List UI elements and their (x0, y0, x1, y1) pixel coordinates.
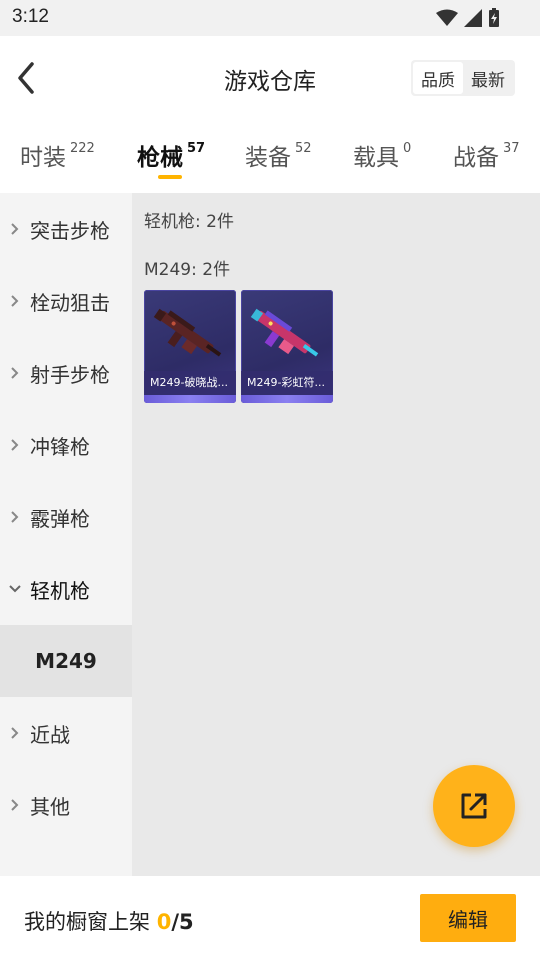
subgroup-title: M249: 2件 (144, 260, 231, 280)
tab-label: 装备 (245, 145, 291, 171)
rifle-icon (250, 308, 319, 357)
chevron-down-icon (0, 584, 30, 594)
tab-count: 57 (187, 141, 206, 156)
edit-button[interactable]: 编辑 (420, 894, 516, 942)
sort-toggle: 品质 最新 (411, 60, 515, 96)
sort-option-quality[interactable]: 品质 (413, 62, 463, 94)
tab-supplies[interactable]: 战备 37 (453, 138, 520, 172)
status-icons (436, 8, 500, 28)
wifi-icon (436, 9, 458, 26)
item-card[interactable]: M249-彩虹符... (241, 290, 333, 403)
showcase-status: 我的橱窗上架 0/5 (24, 906, 194, 936)
tab-label: 枪械 (137, 145, 183, 171)
sidebar-item-other[interactable]: 其他 (0, 769, 132, 841)
tab-label: 时装 (20, 145, 66, 171)
share-button[interactable] (433, 765, 515, 847)
chevron-right-icon (0, 798, 30, 812)
sidebar-item-smg[interactable]: 冲锋枪 (0, 409, 132, 481)
tab-active-indicator (158, 175, 182, 179)
sidebar-item-lmg[interactable]: 轻机枪 (0, 553, 132, 625)
chevron-right-icon (0, 366, 30, 380)
tab-label: 战备 (453, 145, 499, 171)
sidebar-item-label: 霰弹枪 (30, 506, 90, 531)
showcase-total: /5 (171, 910, 194, 934)
rarity-bar (144, 395, 236, 403)
tab-vehicles[interactable]: 载具 0 (353, 138, 411, 172)
app-header: 游戏仓库 品质 最新 (0, 36, 540, 120)
tab-count: 52 (295, 141, 312, 156)
rarity-bar (241, 395, 333, 403)
weapon-category-sidebar: 突击步枪 栓动狙击 射手步枪 冲锋枪 霰弹枪 轻机枪 M249 近战 其他 (0, 193, 132, 876)
chevron-right-icon (0, 510, 30, 524)
tab-equipment[interactable]: 装备 52 (245, 138, 312, 172)
showcase-count: 0 (156, 910, 172, 934)
sidebar-item-label: 冲锋枪 (30, 434, 90, 459)
tab-count: 222 (70, 141, 95, 156)
group-title: 轻机枪: 2件 (144, 212, 234, 232)
item-card-label: M249-彩虹符... (241, 371, 333, 395)
signal-icon (464, 9, 482, 27)
showcase-label: 我的橱窗上架 (24, 910, 150, 934)
item-card[interactable]: M249-破晓战... (144, 290, 236, 403)
item-card-label: M249-破晓战... (144, 371, 236, 395)
sidebar-item-label: 近战 (30, 722, 70, 747)
share-external-icon (461, 793, 487, 819)
battery-icon (489, 8, 499, 27)
rifle-icon (153, 308, 222, 357)
sidebar-item-label: 栓动狙击 (30, 290, 110, 315)
sidebar-item-marksman-rifle[interactable]: 射手步枪 (0, 337, 132, 409)
sidebar-item-label: 突击步枪 (30, 218, 110, 243)
sort-option-newest[interactable]: 最新 (463, 62, 513, 94)
sidebar-subitem-m249[interactable]: M249 (0, 625, 132, 697)
sidebar-item-label: 其他 (30, 794, 70, 819)
sidebar-item-label: 射手步枪 (30, 362, 110, 387)
chevron-right-icon (0, 294, 30, 308)
status-bar: 3:12 (0, 0, 540, 36)
tab-label: 载具 (353, 145, 399, 171)
status-time: 3:12 (12, 6, 49, 27)
tab-guns[interactable]: 枪械 57 (137, 138, 205, 172)
chevron-right-icon (0, 726, 30, 740)
sidebar-item-shotgun[interactable]: 霰弹枪 (0, 481, 132, 553)
chevron-right-icon (0, 438, 30, 452)
sidebar-item-melee[interactable]: 近战 (0, 697, 132, 769)
tab-fashion[interactable]: 时装 222 (20, 138, 95, 172)
tab-count: 0 (403, 141, 412, 156)
category-tabs: 时装 222 枪械 57 装备 52 载具 0 战备 37 (0, 120, 540, 193)
bottom-bar: 我的橱窗上架 0/5 编辑 (0, 876, 540, 960)
sidebar-item-label: 轻机枪 (30, 578, 90, 603)
tab-count: 37 (503, 141, 520, 156)
sidebar-item-bolt-sniper[interactable]: 栓动狙击 (0, 265, 132, 337)
chevron-right-icon (0, 222, 30, 236)
sidebar-item-assault-rifle[interactable]: 突击步枪 (0, 193, 132, 265)
